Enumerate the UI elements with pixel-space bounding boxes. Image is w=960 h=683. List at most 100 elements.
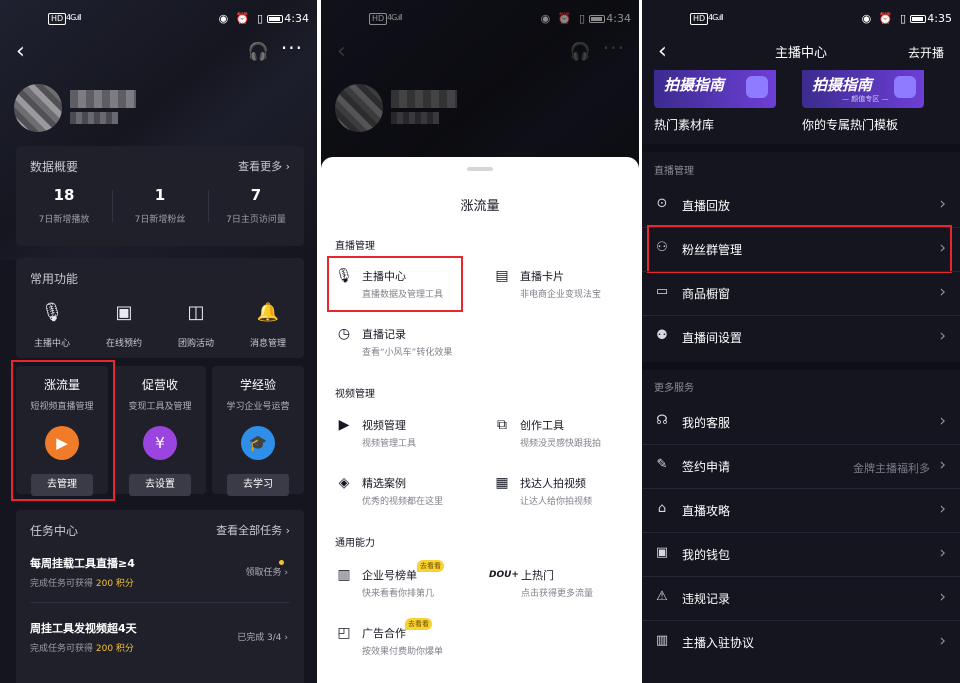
stat-label: 7日主页访问量 (226, 215, 286, 225)
banner-title: 拍摄指南 (812, 76, 873, 94)
back-arrow-icon[interactable]: ‹ (16, 40, 25, 64)
function-anchor-center[interactable]: 🎙 主播中心 (16, 302, 88, 349)
row-wallet[interactable]: ▣ 我的钱包 › (642, 532, 960, 576)
item-live-records[interactable]: ◷ 直播记录 查看“小风车”转化效果 (335, 325, 485, 365)
task-reward: 完成任务可获得 200 积分 (30, 579, 134, 589)
row-label: 直播间设置 (682, 331, 743, 345)
sheet-title: 涨流量 (460, 199, 500, 214)
function-group-buying[interactable]: ◫ 团购活动 (160, 302, 232, 349)
row-customer-service[interactable]: ☊ 我的客服 › (642, 400, 960, 444)
highlight-box (327, 256, 463, 312)
more-icon[interactable]: ··· (281, 36, 303, 60)
row-showcase[interactable]: ▭ 商品橱窗 › (642, 271, 960, 315)
avatar[interactable] (14, 84, 62, 132)
blurred-username (70, 90, 136, 108)
function-label: 消息管理 (249, 339, 286, 349)
dou-plus-logo-icon: DOU+ (489, 570, 519, 580)
item-ad-cooperation[interactable]: ◰ 广告合作 去看看 按效果付费助你爆单 (335, 618, 485, 664)
item-title: 直播卡片 (520, 270, 564, 283)
item-featured-cases[interactable]: ◈ 精选案例 优秀的视频都在这里 (335, 474, 485, 514)
row-live-replay[interactable]: ⊙ 直播回放 › (642, 183, 960, 227)
headset-icon[interactable]: 🎧 (248, 42, 269, 62)
chevron-right-icon: › (939, 631, 946, 651)
screen-business-tools: HD 4G.ıll ◉ ⏰ ▯ 4:34 ‹ 🎧 ··· 数据概要 查看更多 ›… (0, 0, 317, 683)
stat-item[interactable]: 7 7日主页访问量 (208, 186, 304, 225)
go-settings-button[interactable]: 去设置 (129, 474, 191, 496)
go-learn-button[interactable]: 去学习 (227, 474, 289, 496)
chevron-right-icon: › (939, 587, 946, 607)
item-video-management[interactable]: ▶ 视频管理 视频管理工具 (335, 416, 485, 456)
promo-subtitle: 学习企业号运营 (226, 402, 290, 412)
screen-traffic-sheet: HD 4G.ıll ◉ ⏰ ▯ 4:34 ‹ 🎧 ··· 涨流量 直播管理 🎙 … (321, 0, 639, 683)
coupon-icon: ◫ (187, 302, 205, 323)
banner-hot-materials[interactable]: 拍摄指南 (654, 70, 776, 108)
item-dou-plus[interactable]: DOU+ 上热门 点击获得更多流量 (489, 566, 639, 606)
view-more-link[interactable]: 查看更多 › (238, 158, 290, 174)
item-subtitle: 非电商企业变现法宝 (520, 290, 602, 300)
play-icon: ⊙ (656, 196, 668, 211)
promo-learning[interactable]: 学经验 学习企业号运营 🎓 去学习 (212, 366, 304, 496)
promo-title: 学经验 (239, 378, 276, 392)
highlight-box (647, 225, 952, 273)
task-center-title: 任务中心 (30, 524, 79, 538)
overlay-dim[interactable] (321, 0, 639, 170)
task-title: 周挂工具发视频超4天 (30, 622, 137, 635)
row-live-guide[interactable]: ⌂ 直播攻略 › (642, 488, 960, 532)
row-label: 直播回放 (682, 199, 731, 213)
item-title: 上热门 (521, 569, 554, 582)
ad-icon: ◰ (337, 625, 351, 641)
video-icon: ▶ (338, 417, 350, 433)
function-online-booking[interactable]: ▣ 在线预约 (88, 302, 160, 349)
status-icons: ◉ ⏰ ▯ (861, 12, 908, 25)
hd-badge: HD (48, 13, 67, 25)
banner-templates[interactable]: 拍摄指南 — 颜值专区 — (802, 70, 924, 108)
hd-badge: HD (690, 13, 709, 25)
task-title: 每周挂载工具直播≥4 (30, 557, 135, 570)
claim-task-link[interactable]: 领取任务 › (246, 565, 288, 578)
row-hint: 金牌主播福利多 (853, 462, 930, 475)
item-enterprise-ranking[interactable]: ▥ 企业号榜单 去看看 快来看看你排第几 (335, 560, 485, 606)
group-title: 更多服务 (654, 383, 694, 394)
chevron-right-icon: › (939, 326, 946, 346)
card-icon: ▤ (495, 268, 509, 284)
item-subtitle: 快来看看你排第几 (362, 589, 435, 599)
bottom-sheet: 涨流量 直播管理 🎙 主播中心 直播数据及管理工具 ▤ 直播卡片 非电商企业变现… (321, 157, 639, 683)
function-messages[interactable]: 🔔 消息管理 (232, 302, 304, 349)
chart-icon: ▥ (337, 567, 351, 583)
section-title: 直播管理 (335, 241, 375, 252)
go-see-badge: 去看看 (417, 560, 444, 572)
banner-caption[interactable]: 热门素材库 (654, 116, 714, 133)
calendar-icon: ▣ (115, 302, 133, 323)
play-logo-icon (894, 76, 916, 98)
banner-caption[interactable]: 你的专属热门模板 (802, 116, 898, 133)
item-live-card[interactable]: ▤ 直播卡片 非电商企业变现法宝 (493, 267, 639, 307)
stat-item[interactable]: 1 7日新增粉丝 (112, 186, 208, 225)
row-violations[interactable]: ⚠ 违规记录 › (642, 576, 960, 620)
row-agreement[interactable]: ▥ 主播入驻协议 › (642, 620, 960, 664)
view-all-tasks-link[interactable]: 查看全部任务 › (216, 522, 290, 538)
status-icons: ◉ ⏰ ▯ (218, 12, 265, 25)
row-label: 直播攻略 (682, 504, 731, 518)
row-contract[interactable]: ✎ 签约申请 金牌主播福利多 › (642, 444, 960, 488)
bell-icon: 🔔 (256, 302, 280, 323)
play-logo-icon (746, 76, 768, 98)
go-live-button[interactable]: 去开播 (908, 44, 944, 61)
promo-revenue[interactable]: 促营收 变现工具及管理 ¥ 去设置 (114, 366, 206, 496)
item-find-creators[interactable]: ▦ 找达人拍视频 让达人给你拍视频 (493, 474, 639, 514)
mic-icon: 🎙 (40, 302, 64, 323)
row-room-settings[interactable]: ⚉ 直播间设置 › (642, 315, 960, 359)
layers-icon: ◈ (338, 475, 350, 491)
common-functions-title: 常用功能 (30, 272, 79, 286)
warning-icon: ⚠ (656, 589, 668, 604)
row-label: 我的客服 (682, 416, 731, 430)
stat-item[interactable]: 18 7日新增播放 (16, 186, 112, 225)
drag-handle[interactable] (467, 167, 493, 171)
status-bar: HD 4G.ıll ◉ ⏰ ▯ 4:35 (642, 0, 960, 40)
clock: 4:34 (284, 12, 309, 25)
row-label: 违规记录 (682, 592, 731, 606)
item-subtitle: 视频没灵感快跟我拍 (520, 439, 602, 449)
clock: 4:35 (927, 12, 952, 25)
task-progress-link[interactable]: 已完成 3/4 › (237, 630, 288, 643)
history-icon: ◷ (337, 326, 351, 342)
item-creation-tools[interactable]: ⧉ 创作工具 视频没灵感快跟我拍 (493, 416, 639, 456)
